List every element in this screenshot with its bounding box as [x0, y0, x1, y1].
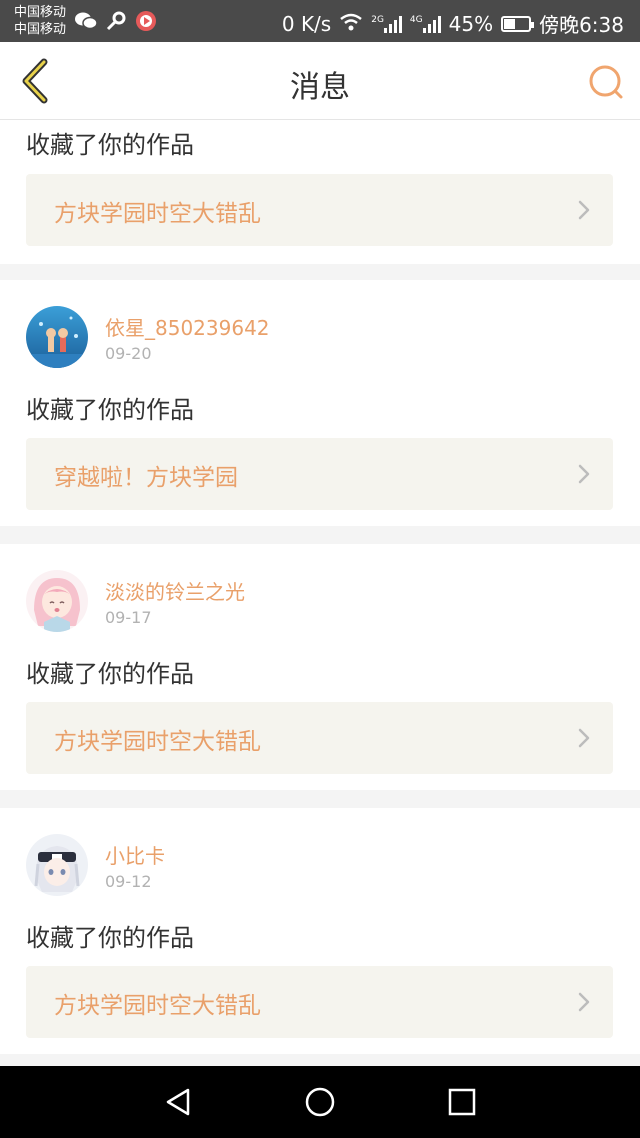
work-link[interactable]: 方块学园时空大错乱 — [26, 174, 613, 246]
message-action: 收藏了你的作品 — [26, 924, 194, 952]
work-title: 方块学园时空大错乱 — [54, 201, 261, 227]
carrier-1: 中国移动 — [14, 5, 67, 20]
nav-recents-button[interactable] — [444, 1084, 480, 1120]
carrier-2: 中国移动 — [14, 22, 67, 37]
wechat-icon — [75, 11, 97, 31]
search-button[interactable] — [586, 62, 626, 102]
chevron-right-icon — [578, 200, 590, 220]
battery-fill — [504, 18, 516, 29]
signal-icon — [422, 15, 441, 33]
net-speed: 0 K/s — [281, 11, 332, 36]
page-title: 消息 — [290, 70, 350, 105]
message-card: 淡淡的铃兰之光 09-17 收藏了你的作品 方块学园时空大错乱 — [0, 544, 640, 790]
battery-icon — [501, 15, 535, 32]
avatar[interactable] — [26, 306, 88, 368]
system-nav-bar — [0, 1066, 640, 1138]
work-link[interactable]: 方块学园时空大错乱 — [26, 966, 613, 1038]
notification-icons — [75, 11, 157, 31]
nav-back-button[interactable] — [160, 1084, 196, 1120]
work-title: 方块学园时空大错乱 — [54, 993, 261, 1019]
chevron-right-icon — [578, 728, 590, 748]
message-action: 收藏了你的作品 — [26, 660, 194, 688]
message-card: 收藏了你的作品 方块学园时空大错乱 — [0, 120, 640, 264]
clock: 傍晚6:38 — [539, 13, 624, 37]
signal-4g: 4G — [410, 15, 441, 33]
work-title: 方块学园时空大错乱 — [54, 729, 261, 755]
back-triangle-icon — [166, 1088, 190, 1116]
message-list[interactable]: 收藏了你的作品 方块学园时空大错乱 依星_850239642 09-20 收藏了… — [0, 120, 640, 1066]
chevron-right-icon — [578, 992, 590, 1012]
message-action: 收藏了你的作品 — [26, 396, 194, 424]
battery-percent: 45% — [448, 11, 494, 36]
app-header: 消息 — [0, 42, 640, 120]
carrier-info: 中国移动 中国移动 — [14, 4, 66, 38]
search-icon — [589, 65, 623, 99]
status-bar: 中国移动 中国移动 0 K/s 2G 4G 45% 傍晚6:38 — [0, 0, 640, 42]
work-link[interactable]: 方块学园时空大错乱 — [26, 702, 613, 774]
username[interactable]: 小比卡 — [105, 840, 165, 869]
signal-icon — [383, 15, 402, 33]
message-date: 09-17 — [105, 608, 152, 627]
avatar[interactable] — [26, 834, 88, 896]
message-card: 依星_850239642 09-20 收藏了你的作品 穿越啦！方块学园 — [0, 280, 640, 526]
wifi-icon — [339, 12, 363, 36]
signal-2g: 2G — [371, 15, 402, 33]
net-4g-label: 4G — [409, 14, 423, 25]
nav-home-button[interactable] — [302, 1084, 338, 1120]
home-circle-icon — [305, 1087, 335, 1117]
username[interactable]: 依星_850239642 — [105, 312, 270, 341]
status-right: 0 K/s 2G 4G 45% 傍晚6:38 — [282, 9, 624, 38]
work-link[interactable]: 穿越啦！方块学园 — [26, 438, 613, 510]
key-icon — [105, 11, 127, 31]
message-card: 小比卡 09-12 收藏了你的作品 方块学园时空大错乱 — [0, 808, 640, 1054]
work-title: 穿越啦！方块学园 — [54, 465, 238, 491]
record-icon — [135, 11, 157, 31]
avatar[interactable] — [26, 570, 88, 632]
chevron-right-icon — [578, 464, 590, 484]
net-2g-label: 2G — [371, 14, 384, 25]
message-action: 收藏了你的作品 — [26, 131, 194, 159]
recents-square-icon — [448, 1088, 476, 1116]
message-date: 09-20 — [105, 344, 152, 363]
username[interactable]: 淡淡的铃兰之光 — [105, 576, 245, 605]
message-date: 09-12 — [105, 872, 152, 891]
